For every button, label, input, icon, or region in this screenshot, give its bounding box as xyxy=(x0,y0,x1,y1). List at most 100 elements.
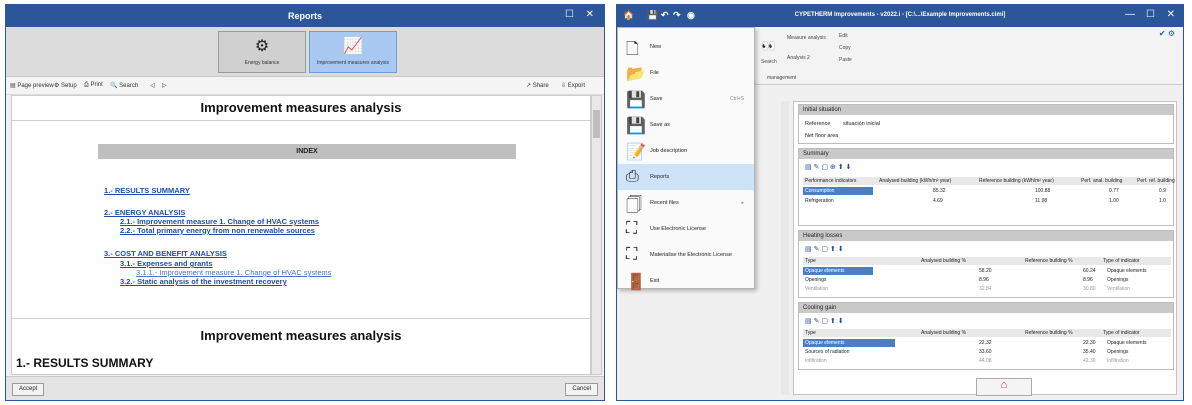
link-static-analysis[interactable]: 3.2.- Static analysis of the investment … xyxy=(120,277,287,286)
left-pane-scrollbar[interactable] xyxy=(781,101,789,395)
initial-situation-panel: Initial situation Reference situación in… xyxy=(798,104,1174,144)
table-row[interactable]: Sources of radiation 33.60 35.40 Opening… xyxy=(803,348,1171,356)
col-header: Reference building (kWh/m² year) xyxy=(979,178,1054,184)
save-icon: 💾 xyxy=(626,92,646,109)
cooling-gain-panel: Cooling gain ▤ ✎ ▢ ⬆ ⬇ Type Analysed bui… xyxy=(798,302,1174,370)
link-results-summary[interactable]: 1.- RESULTS SUMMARY xyxy=(104,186,190,195)
ribbon-analysis-2[interactable]: Analysis 2 xyxy=(787,55,810,61)
folder-icon: 📂 xyxy=(626,66,646,83)
table-cell: Infiltration xyxy=(805,358,827,364)
table-cell: Refrigeration xyxy=(805,198,834,204)
table-row[interactable]: Consumption 85.32 100.88 0.77 0.9 xyxy=(803,187,1171,195)
link-expenses-grants[interactable]: 3.1.- Expenses and grants xyxy=(120,259,213,268)
menu-reports[interactable]: ⎙ Reports xyxy=(618,164,754,190)
cooling-toolbar[interactable]: ▤ ✎ ▢ ⬆ ⬇ xyxy=(805,317,844,325)
cooling-header-row: Type Analysed building % Reference build… xyxy=(803,329,1171,337)
col-header: Analysed building % xyxy=(921,258,967,264)
setup-label: Setup xyxy=(61,83,77,89)
app-title: CYPETHERM Improvements - v2022.i - [C:\.… xyxy=(794,12,1006,18)
cancel-button[interactable]: Cancel xyxy=(565,383,598,396)
summary-panel: Summary ▤ ✎ ▢ ⊕ ⬆ ⬇ Performance indicato… xyxy=(798,148,1175,226)
col-header: Type of indicator xyxy=(1103,258,1140,264)
setup-button[interactable]: ⚙ Setup xyxy=(54,82,77,89)
ribbon-tab-management[interactable]: management xyxy=(767,75,796,81)
table-cell: 44.08 xyxy=(979,358,992,364)
ribbon-search-label[interactable]: Search xyxy=(761,59,777,65)
link-hvac-measure-sub[interactable]: 3.1.1.- Improvement measure 1. Change of… xyxy=(136,268,331,277)
report-preview-button[interactable]: ⌂ xyxy=(976,378,1032,396)
dialog-footer: Accept Cancel xyxy=(6,376,604,400)
link-cost-benefit[interactable]: 3.- COST AND BENEFIT ANALYSIS xyxy=(104,249,227,258)
search-label: Search xyxy=(119,83,139,89)
ribbon-paste[interactable]: Paste xyxy=(839,57,852,63)
ribbon-settings-icon[interactable]: ✔ ⚙ xyxy=(1159,29,1175,38)
menu-label: File xyxy=(650,70,659,76)
index-header: INDEX xyxy=(98,144,516,159)
menu-label: Materialise the Electronic License xyxy=(650,252,732,258)
analysis-chart-icon: 📈 xyxy=(343,38,363,55)
document-scrollbar[interactable] xyxy=(591,95,602,375)
save-as-icon: 💾 xyxy=(626,118,646,135)
maximize-icon[interactable]: ☐ xyxy=(1146,9,1155,20)
table-cell: 60.24 xyxy=(1083,268,1096,274)
ribbon-edit[interactable]: Edit xyxy=(839,33,848,39)
improvement-analysis-button[interactable]: 📈 Improvement measures analysis xyxy=(309,31,397,73)
link-energy-analysis[interactable]: 2.- ENERGY ANALYSIS xyxy=(104,208,185,217)
app-window: 🏠 💾 ↶ ↷ ◉ CYPETHERM Improvements - v2022… xyxy=(616,4,1184,401)
menu-save-as[interactable]: 💾 Save as xyxy=(618,112,754,138)
menu-recent-files[interactable]: 🗍 Recent files ▸ xyxy=(618,190,754,216)
menu-exit[interactable]: 🚪 Exit xyxy=(618,268,754,294)
section-title: Improvement measures analysis xyxy=(200,328,402,343)
close-icon[interactable]: ✕ xyxy=(1167,9,1175,20)
table-row[interactable]: Opaque elements 58.20 60.24 Opaque eleme… xyxy=(803,267,1171,275)
page-preview-button[interactable]: ▤ Page preview xyxy=(10,82,54,89)
heating-losses-panel: Heating losses ▤ ✎ ▢ ⬆ ⬇ Type Analysed b… xyxy=(798,230,1174,298)
prev-arrow-icon[interactable]: ◁ xyxy=(150,82,155,89)
menu-materialise-license[interactable]: ⛶ Materialise the Electronic License xyxy=(618,242,754,268)
close-icon[interactable]: ✕ xyxy=(586,9,594,20)
col-header: Analysed building % xyxy=(921,330,967,336)
table-row[interactable]: Ventilation 32.84 30.80 Ventilation xyxy=(803,285,1171,293)
table-row[interactable]: Opaque elements 22.32 22.30 Opaque eleme… xyxy=(803,339,1171,347)
maximize-icon[interactable]: ☐ xyxy=(565,9,574,20)
table-cell: Opaque elements xyxy=(1107,268,1147,274)
submenu-arrow-icon: ▸ xyxy=(741,200,744,206)
col-header: Type xyxy=(805,330,816,336)
menu-new[interactable]: 🗋 New xyxy=(618,34,754,60)
export-button[interactable]: ⇩ Export xyxy=(561,82,585,89)
menu-file[interactable]: 📂 File xyxy=(618,60,754,86)
table-cell: Sources of radiation xyxy=(805,349,850,355)
share-button[interactable]: ↗ Share xyxy=(526,82,549,89)
license-materialise-icon: ⛶ xyxy=(626,246,638,263)
table-row[interactable]: Openings 8.96 8.96 Openings xyxy=(803,276,1171,284)
table-cell: 8.96 xyxy=(1083,277,1093,283)
print-button[interactable]: ⎙ Print xyxy=(84,82,103,89)
table-cell: 4.69 xyxy=(933,198,943,204)
ribbon-copy[interactable]: Copy xyxy=(839,45,851,51)
menu-label: Reports xyxy=(650,174,670,180)
search-binoculars-icon[interactable]: 👀 xyxy=(761,39,776,53)
menu-save[interactable]: 💾 Save Ctrl+S xyxy=(618,86,754,112)
reference-label: Reference xyxy=(805,121,831,127)
heating-toolbar[interactable]: ▤ ✎ ▢ ⬆ ⬇ xyxy=(805,245,844,253)
table-cell: 22.32 xyxy=(979,340,992,346)
search-button[interactable]: 🔍 Search xyxy=(110,82,138,89)
table-row[interactable]: Refrigeration 4.69 11.98 1.00 1.0 xyxy=(803,197,1171,205)
accept-button[interactable]: Accept xyxy=(12,383,45,396)
link-hvac-measure[interactable]: 2.1.- Improvement measure 1. Change of H… xyxy=(120,217,319,226)
link-primary-energy[interactable]: 2.2.- Total primary energy from non rene… xyxy=(120,226,315,235)
table-cell: 35.40 xyxy=(1083,349,1096,355)
menu-use-license[interactable]: ⛶ Use Electronic License xyxy=(618,216,754,242)
reference-value[interactable]: situación inicial xyxy=(843,121,880,127)
summary-toolbar[interactable]: ▤ ✎ ▢ ⊕ ⬆ ⬇ xyxy=(805,163,851,171)
table-row[interactable]: Infiltration 44.08 42.30 Infiltration xyxy=(803,357,1171,365)
minimize-icon[interactable]: — xyxy=(1125,9,1135,20)
menu-job-description[interactable]: 📝 Job description xyxy=(618,138,754,164)
next-arrow-icon[interactable]: ▷ xyxy=(162,82,167,89)
energy-balance-button[interactable]: ⚙ Energy balance xyxy=(218,31,306,73)
scroll-thumb[interactable] xyxy=(593,110,600,138)
table-cell: Opaque elements xyxy=(803,339,895,347)
ribbon-measure-analysis[interactable]: Measure analysis xyxy=(787,35,826,41)
menu-label: Recent files xyxy=(650,200,679,206)
col-header: Reference building % xyxy=(1025,330,1073,336)
